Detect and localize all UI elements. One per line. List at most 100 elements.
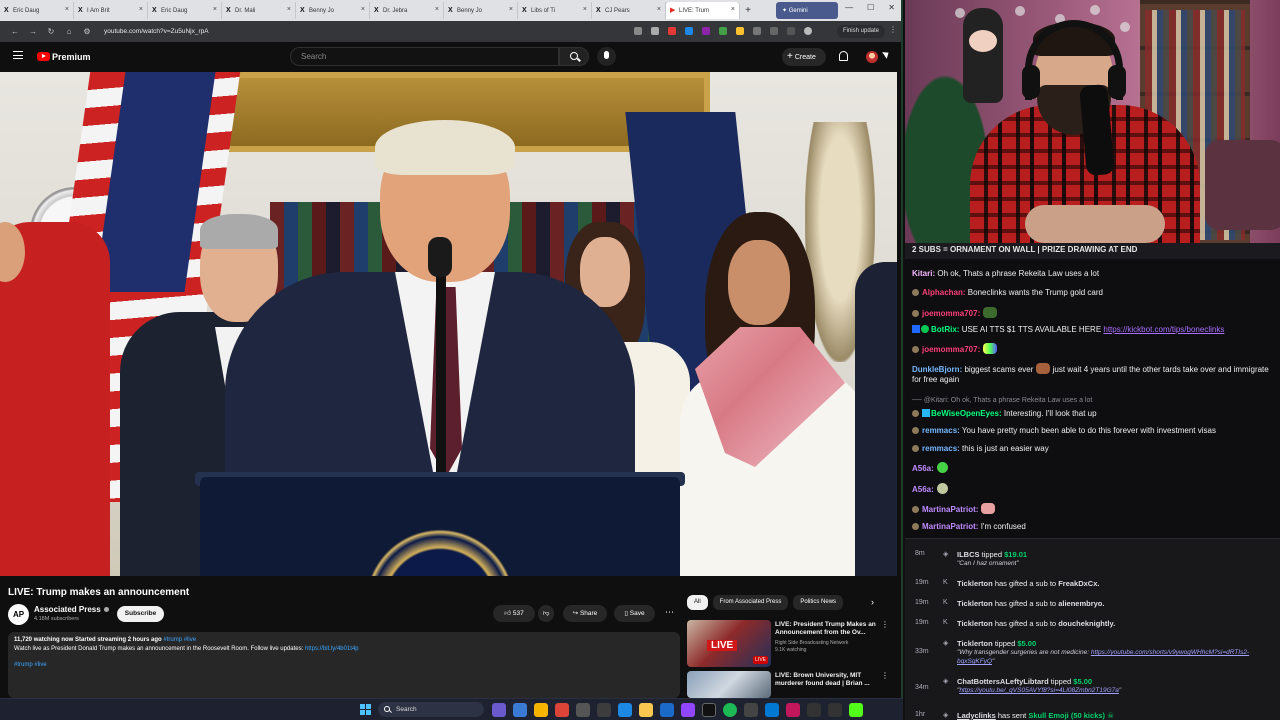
browser-tab[interactable]: X Eric Daug × [148,2,222,19]
app-icon[interactable] [765,703,779,717]
description-link[interactable]: https://bit.ly/4b01t4p [305,646,359,652]
browser-tab[interactable]: X Eric Daug × [0,2,74,19]
extensions-puzzle-icon[interactable] [753,27,761,35]
edge-browser-icon[interactable] [513,703,527,717]
app-icon[interactable] [618,703,632,717]
browser-tab[interactable]: X CJ Pears × [592,2,666,19]
browser-tab[interactable]: X Benny Jo × [444,2,518,19]
more-actions-button[interactable]: ⋯ [661,605,678,622]
video-player[interactable] [0,72,897,576]
windows-start-icon[interactable] [360,704,371,715]
steam-icon[interactable] [660,703,674,717]
chrome-canary-icon[interactable] [555,703,569,717]
close-tab-icon[interactable]: × [657,6,661,13]
close-tab-icon[interactable]: × [583,6,587,13]
gemini-button[interactable]: ✦ Gemini [776,2,838,19]
youtube-logo-icon[interactable] [37,52,50,61]
description-box[interactable]: 11,720 watching now Started streaming 2 … [8,632,680,698]
notifications-bell-icon[interactable] [839,51,848,61]
app-icon[interactable] [681,703,695,717]
menu-icon[interactable] [13,51,23,59]
chevron-right-icon[interactable]: › [871,597,874,607]
search-button[interactable] [559,47,589,66]
finish-update-button[interactable]: Finish update [836,25,885,38]
search-input[interactable]: Search [290,47,559,66]
back-icon[interactable]: ← [8,27,22,36]
app-icon[interactable] [786,703,800,717]
channel-name[interactable]: Associated Press [34,605,109,614]
browser-tab[interactable]: XI Am Brit × [74,2,148,19]
close-tab-icon[interactable]: × [65,6,69,13]
close-tab-icon[interactable]: × [139,6,143,13]
chip-politics-news[interactable]: Politics News [793,595,844,610]
dislike-button[interactable]: 👎︎ [538,605,554,622]
maximize-icon[interactable]: ☐ [867,3,874,12]
voice-search-button[interactable] [597,47,616,66]
cast-icon[interactable] [634,27,642,35]
close-tab-icon[interactable]: × [435,6,439,13]
browser-tab[interactable]: X Libs of Ti × [518,2,592,19]
extension-yellow-icon[interactable] [736,27,744,35]
app-icon[interactable] [807,703,821,717]
channel-avatar[interactable]: AP [8,604,29,625]
new-tab-button[interactable]: + [740,5,756,16]
forward-icon[interactable]: → [26,27,40,36]
like-button[interactable]: 👍︎ 537 [493,605,535,622]
extension-green-icon[interactable] [719,27,727,35]
profile-avatar-icon[interactable] [804,27,812,35]
extension-blue-icon[interactable] [685,27,693,35]
extension-purple-icon[interactable] [702,27,710,35]
taskbar-search[interactable]: Search [378,702,484,717]
recommended-video-thumbnail[interactable]: LIVE LIVE [687,620,771,667]
chip-all[interactable]: All [687,595,708,610]
chat-link[interactable]: https://kickbot.com/tips/boneclinks [1103,325,1224,334]
close-tab-icon[interactable]: × [509,6,513,13]
recommended-video-title[interactable]: LIVE: President Trump Makes an Announcem… [775,621,879,637]
close-tab-icon[interactable]: × [361,6,365,13]
site-info-icon[interactable]: ⚙ [80,27,94,36]
sidebar-icon[interactable] [770,27,778,35]
minimize-icon[interactable]: — [845,3,853,12]
app-icon[interactable] [828,703,842,717]
subscribe-button[interactable]: Subscribe [117,606,164,622]
app-icon[interactable] [576,703,590,717]
app-icon[interactable] [597,703,611,717]
close-tab-icon[interactable]: × [287,6,291,13]
url-field[interactable]: youtube.com/watch?v=Zu5uNjx_rpA [104,28,209,35]
browser-menu-icon[interactable]: ⋮ [889,25,897,34]
reload-icon[interactable]: ↻ [44,27,58,36]
more-vert-icon[interactable]: ⋮ [881,620,889,629]
more-vert-icon[interactable]: ⋮ [881,671,889,680]
chip-from-channel[interactable]: From Associated Press [712,595,789,610]
browser-tab-active[interactable]: ▶ LIVE: Trum × [666,2,740,19]
home-icon[interactable]: ⌂ [62,27,76,36]
kick-icon[interactable] [849,703,863,717]
chrome-browser-icon[interactable] [534,703,548,717]
recommended-video[interactable]: LIVE: Brown University, MIT murderer fou… [687,671,889,698]
obs-icon[interactable] [702,703,716,717]
description-meta-tags[interactable]: #trump #live [163,637,196,643]
close-tab-icon[interactable]: × [213,6,217,13]
spotify-icon[interactable] [723,703,737,717]
save-button[interactable]: ▯ Save [614,605,655,622]
app-icon[interactable] [744,703,758,717]
recommended-video-thumbnail[interactable] [687,671,771,698]
download-icon[interactable] [787,27,795,35]
create-button[interactable]: + Create [782,48,826,66]
extension-red-icon[interactable] [668,27,676,35]
recommended-video[interactable]: LIVE LIVE LIVE: President Trump Makes an… [687,620,889,670]
task-view-icon[interactable] [492,703,506,717]
account-avatar[interactable] [866,51,878,63]
file-explorer-icon[interactable] [639,703,653,717]
event-link[interactable]: https://youtu.be/_qVS05AVYf8?si=4LI08Zmb… [959,687,1119,694]
recommended-video-title[interactable]: LIVE: Brown University, MIT murderer fou… [775,672,879,688]
browser-tab[interactable]: X Dr. Jebra × [370,2,444,19]
bookmark-star-icon[interactable] [651,27,659,35]
browser-tab[interactable]: X Dr. Mali × [222,2,296,19]
share-button[interactable]: ↪ Share [563,605,607,622]
description-hashtags[interactable]: #trump #live [14,662,674,668]
youtube-brand[interactable]: Premium [52,52,91,62]
close-tab-icon[interactable]: × [731,6,735,13]
close-icon[interactable]: ✕ [888,3,895,12]
browser-tab[interactable]: X Benny Jo × [296,2,370,19]
